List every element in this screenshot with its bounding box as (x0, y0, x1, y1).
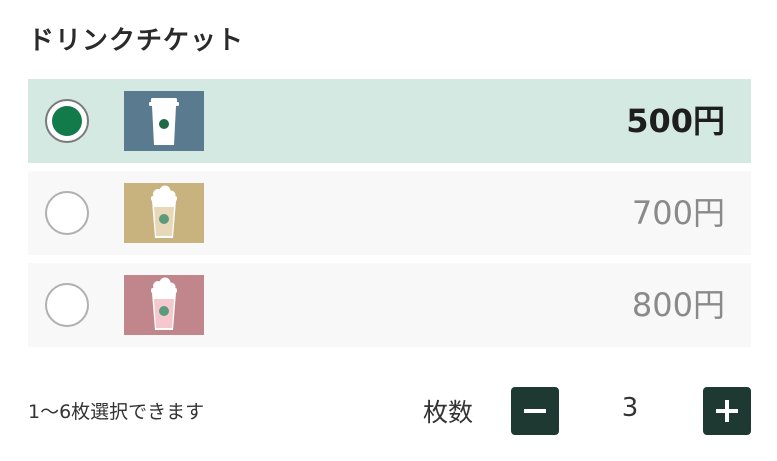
decrease-button[interactable] (511, 387, 559, 435)
quantity-label: 枚数 (423, 398, 474, 427)
minus-icon (524, 409, 546, 413)
pink-frappuccino-cup-icon (124, 275, 204, 335)
section-title: ドリンクチケット (28, 26, 245, 56)
option-500[interactable]: 500円 (28, 79, 751, 163)
option-700[interactable]: 700円 (28, 171, 751, 255)
price-label: 700円 (631, 194, 725, 232)
radio-selected-dot (52, 106, 82, 136)
increase-button[interactable] (703, 387, 751, 435)
radio-button[interactable] (45, 191, 89, 235)
hot-drink-cup-icon (124, 91, 204, 151)
option-800[interactable]: 800円 (28, 263, 751, 347)
quantity-value: 3 (621, 393, 639, 423)
frappuccino-cup-icon (124, 183, 204, 243)
price-label: 500円 (626, 102, 725, 140)
price-label: 800円 (631, 286, 725, 324)
radio-button[interactable] (45, 99, 89, 143)
radio-button[interactable] (45, 283, 89, 327)
quantity-note: 1〜6枚選択できます (28, 401, 205, 423)
